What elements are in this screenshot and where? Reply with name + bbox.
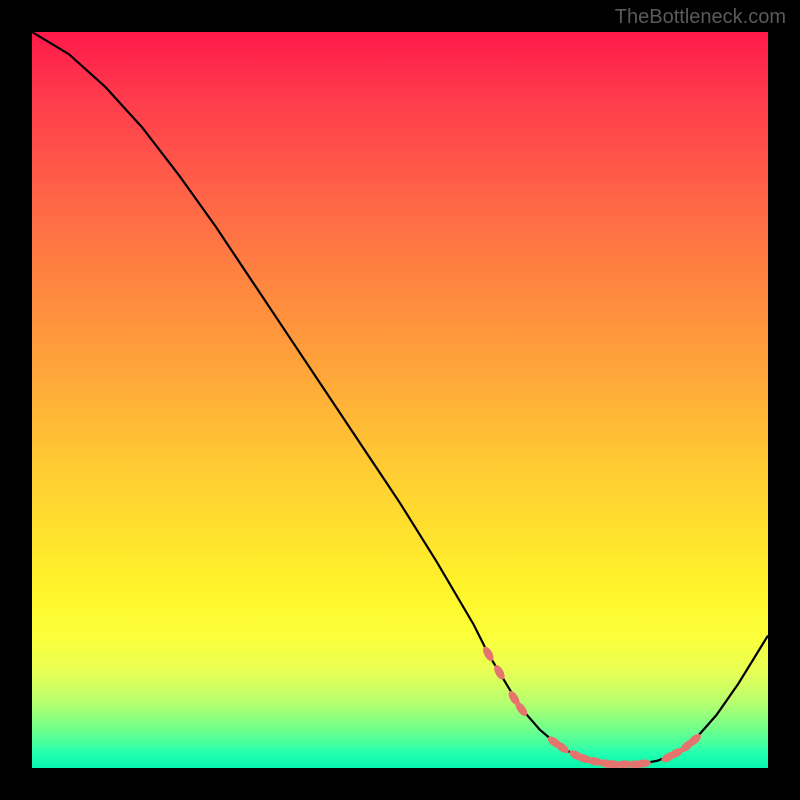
bottleneck-curve-line: [32, 32, 768, 764]
curve-marker: [492, 663, 507, 681]
watermark-text: TheBottleneck.com: [615, 6, 786, 29]
chart-svg: [32, 32, 768, 768]
curve-marker: [481, 645, 496, 663]
curve-marker: [634, 759, 651, 768]
chart-plot-area: [32, 32, 768, 768]
curve-markers-group: [481, 645, 703, 768]
